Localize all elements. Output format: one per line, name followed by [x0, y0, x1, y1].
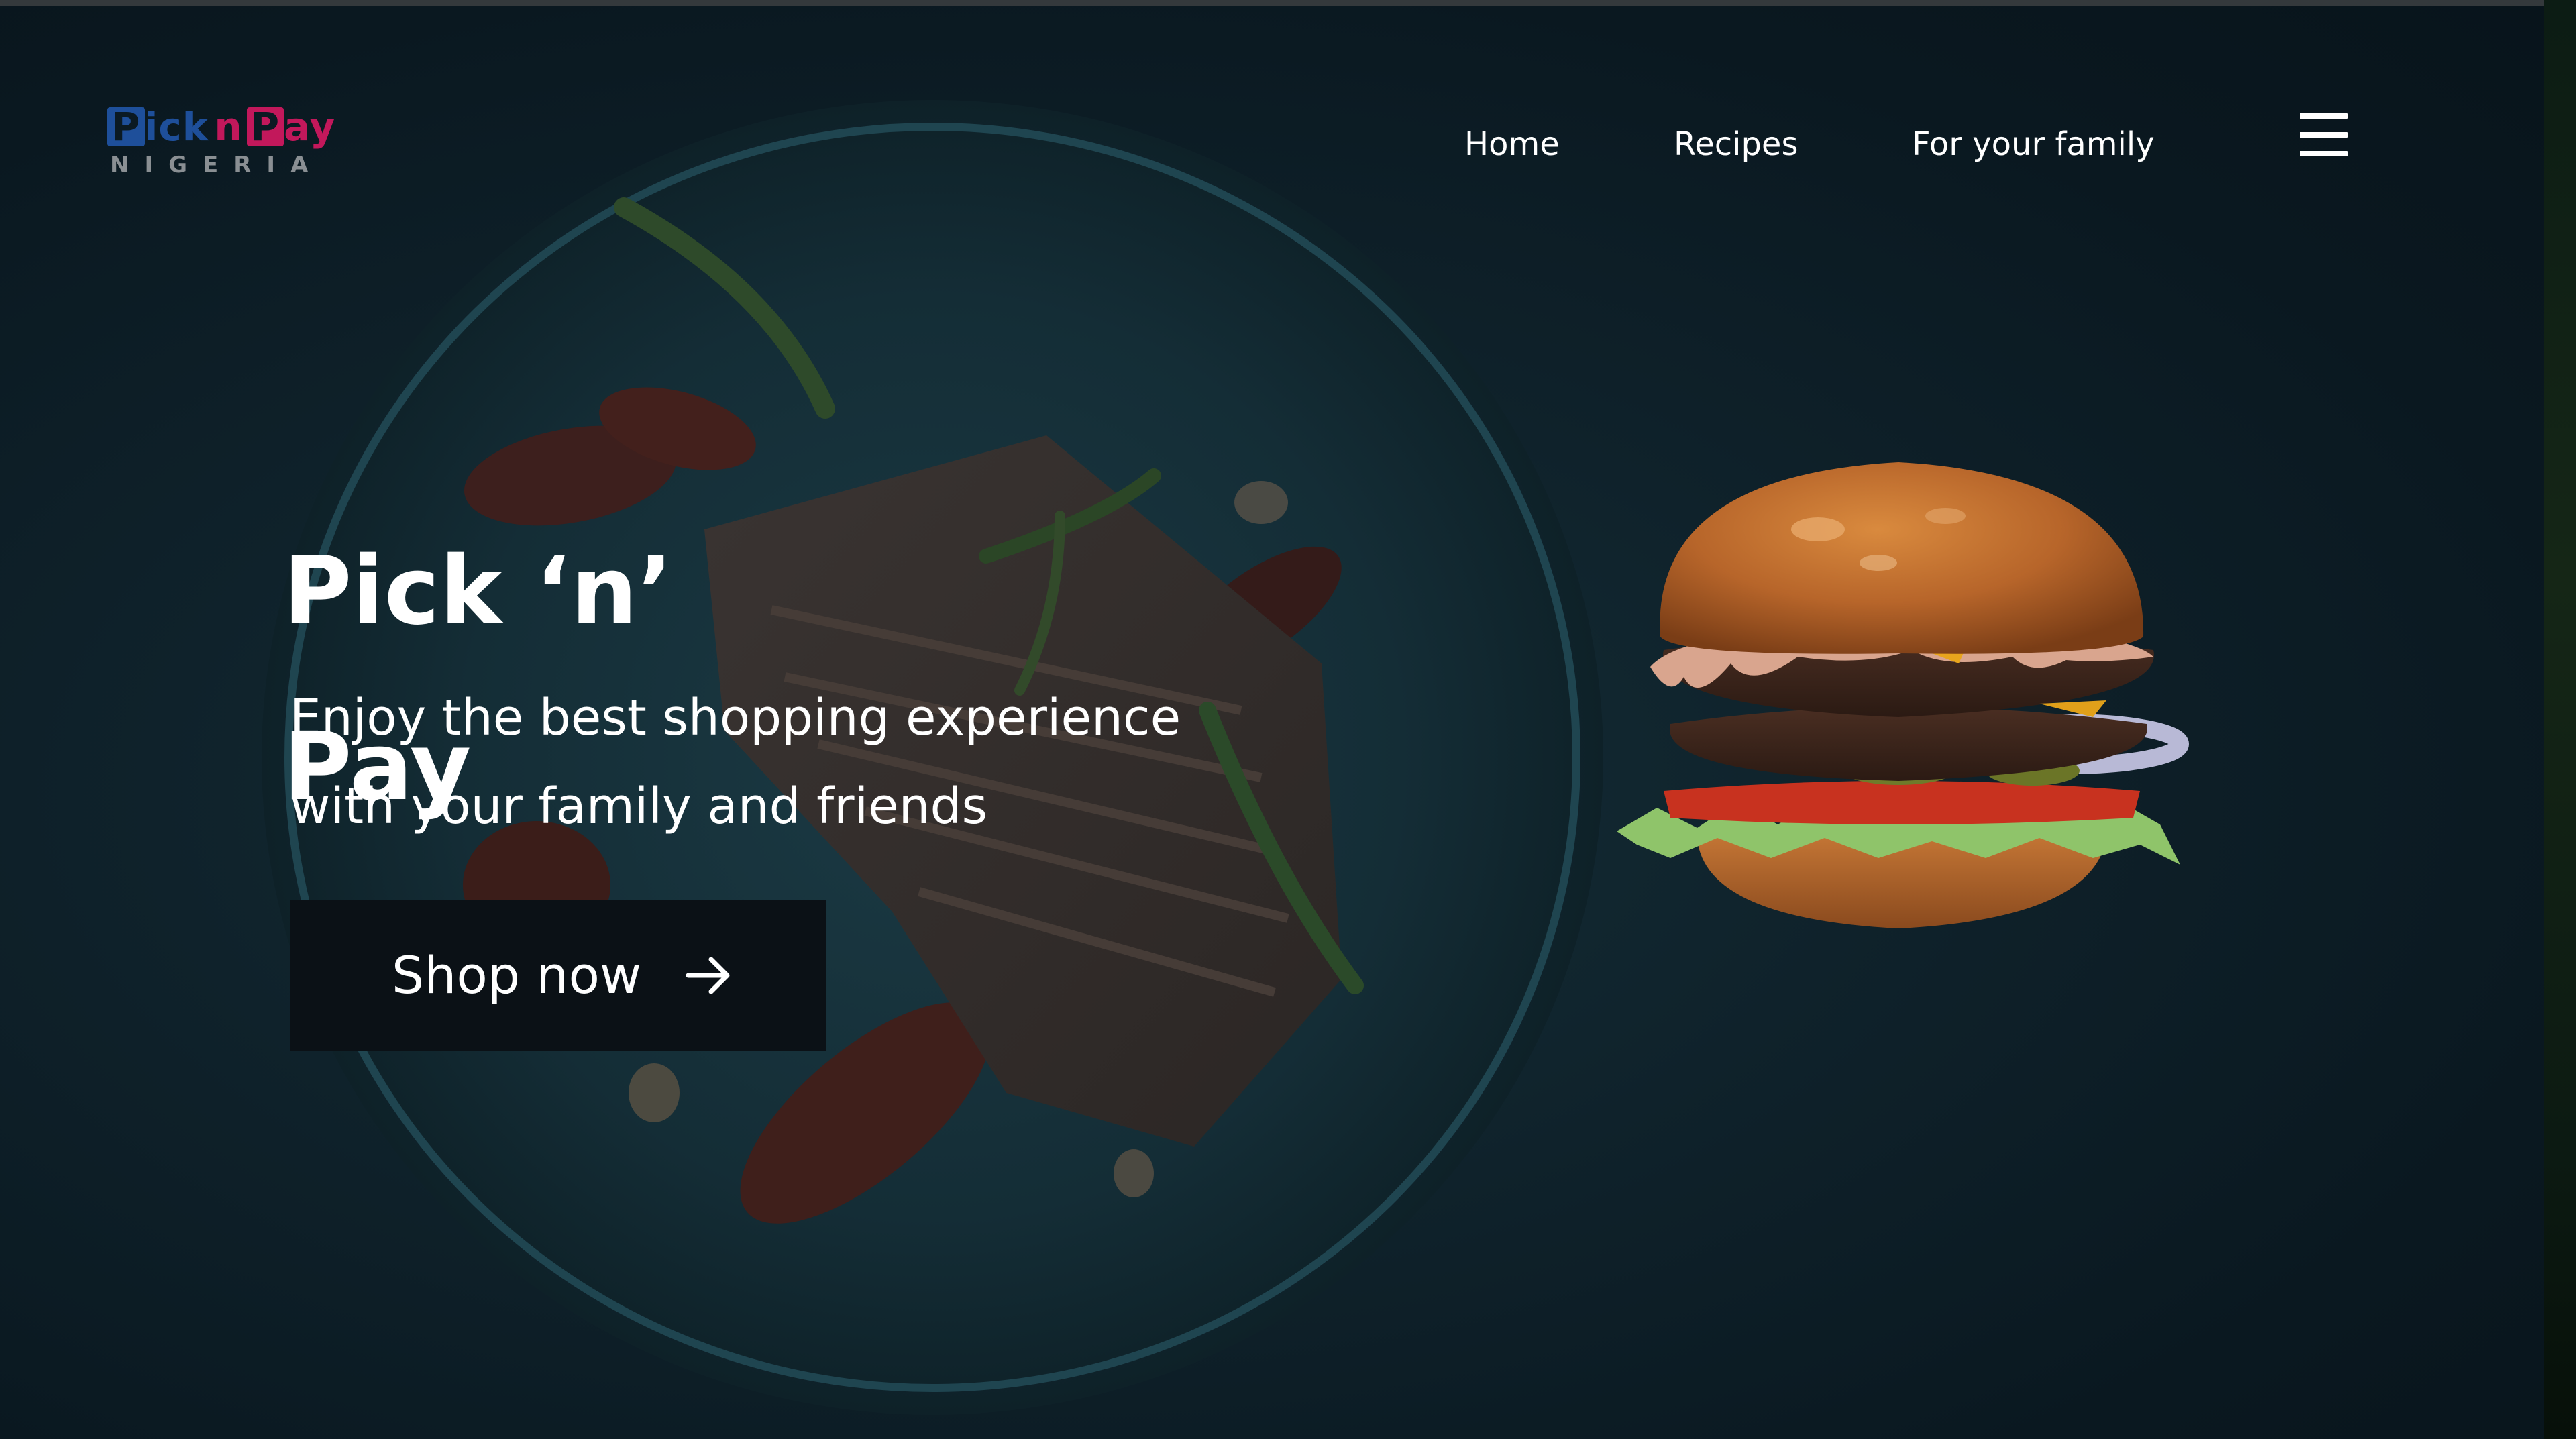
logo-ick: ick	[144, 104, 209, 150]
garlic	[1234, 481, 1288, 524]
tomato	[1664, 781, 2140, 824]
logo-country: NIGERIA	[110, 152, 324, 178]
brand-logo[interactable]: Pick n Pay NIGERIA	[107, 103, 335, 184]
hero-page: Pick n Pay NIGERIA Home Recipes For your f…	[0, 6, 2544, 1439]
nav-recipes-link[interactable]: Recipes	[1674, 125, 1798, 163]
shop-now-label: Shop now	[392, 945, 642, 1005]
garlic	[629, 1063, 680, 1122]
hero-tagline: Enjoy the best shopping experience with …	[290, 689, 1181, 835]
brand-logo-wordmark: Pick n Pay	[107, 103, 335, 150]
logo-p-block-magenta: P	[246, 107, 284, 146]
top-bun	[1660, 462, 2144, 654]
logo-ay: ay	[284, 104, 336, 150]
bun-highlight	[1925, 508, 1966, 524]
nav-for-your-family-link[interactable]: For your family	[1912, 125, 2155, 163]
shop-now-button[interactable]: Shop now	[290, 900, 826, 1051]
nav-home-link[interactable]: Home	[1464, 125, 1560, 163]
bun-highlight	[1860, 555, 1897, 571]
hamburger-icon[interactable]	[2300, 113, 2348, 160]
burger-image	[1617, 462, 2189, 928]
logo-n: n	[214, 104, 243, 150]
window-top-border	[0, 0, 2544, 6]
right-edge-strip	[2544, 0, 2576, 1439]
logo-p-block: P	[107, 107, 145, 146]
arrow-right-icon	[686, 957, 730, 994]
bun-highlight	[1791, 517, 1845, 541]
garlic	[1114, 1149, 1154, 1197]
